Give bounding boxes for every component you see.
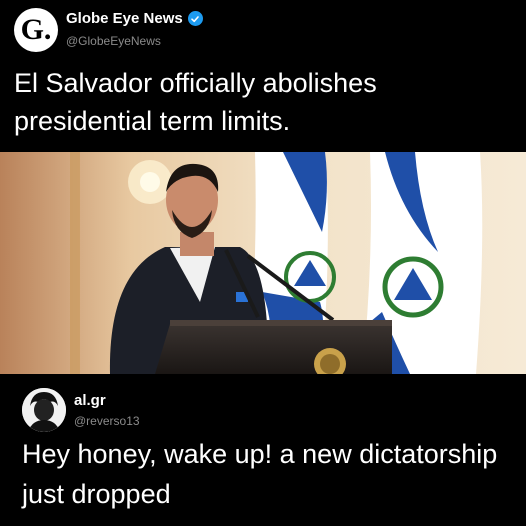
author-name: Globe Eye News xyxy=(66,10,183,27)
avatar-letter: G. xyxy=(20,13,52,46)
reply-post: al.gr @reverso13 Hey honey, wake up! a n… xyxy=(0,374,526,526)
news-photo[interactable] xyxy=(0,152,526,374)
globe-eye-avatar[interactable]: G. xyxy=(14,8,58,52)
post-text: El Salvador officially abolishes preside… xyxy=(14,68,377,136)
reply-author-handle[interactable]: @reverso13 xyxy=(74,414,140,428)
reply-text: Hey honey, wake up! a new dictatorship j… xyxy=(22,439,498,509)
author-handle[interactable]: @GlobeEyeNews xyxy=(66,34,161,48)
reply-author-name[interactable]: al.gr xyxy=(74,392,106,409)
author-name-row[interactable]: Globe Eye News xyxy=(66,10,203,27)
news-post: G. Globe Eye News @GlobeEyeNews El Salva… xyxy=(0,0,526,152)
user-avatar[interactable] xyxy=(22,388,66,432)
verified-badge-icon xyxy=(187,11,203,26)
